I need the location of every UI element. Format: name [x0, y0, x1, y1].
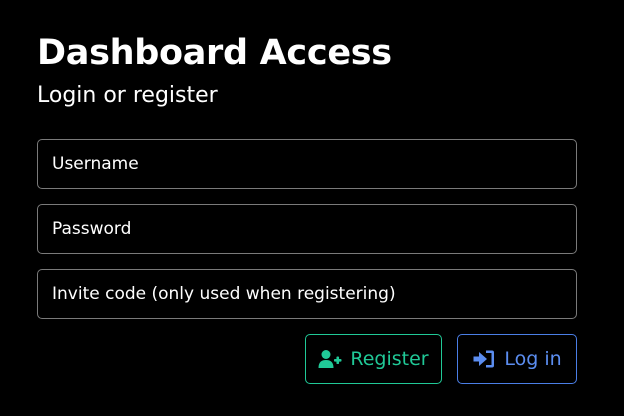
- page-title: Dashboard Access: [37, 33, 392, 73]
- login-button[interactable]: Log in: [457, 334, 577, 384]
- register-button[interactable]: Register: [305, 334, 442, 384]
- register-label: Register: [350, 348, 429, 370]
- username-input[interactable]: [37, 139, 577, 189]
- sign-in-icon: [472, 349, 496, 369]
- user-plus-icon: [318, 349, 342, 369]
- password-input[interactable]: [37, 204, 577, 254]
- invite-code-input[interactable]: [37, 269, 577, 319]
- login-label: Log in: [504, 348, 562, 370]
- page-subtitle: Login or register: [37, 83, 218, 108]
